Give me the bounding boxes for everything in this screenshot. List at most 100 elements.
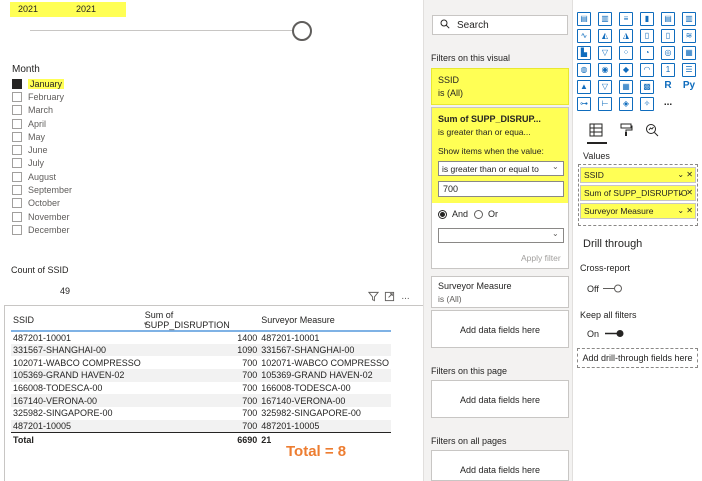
kpi-icon[interactable]: ▲ [577,80,591,94]
checkbox[interactable] [12,118,22,129]
format-paint-roller-icon[interactable] [619,123,633,137]
area-chart-icon[interactable]: ◭ [598,29,612,43]
table-row[interactable]: 105369-GRAND HAVEN-02 700 105369-GRAND HAV… [11,369,391,382]
python-visual-icon[interactable]: Py [682,80,696,94]
checkbox[interactable] [12,145,22,156]
keep-all-filters-toggle[interactable] [603,329,625,338]
table-row[interactable]: 487201-10005 700 487201-10005 [11,419,391,433]
100-column-icon[interactable]: ▥ [682,12,696,26]
month-item-may[interactable]: May [12,130,132,143]
key-influencers-icon[interactable]: ⊶ [577,97,591,111]
year-end[interactable]: 2021 [68,2,126,17]
table-visual[interactable]: SSID ▼ Sum of SUPP_DISRUPTION Surveyor Me… [4,305,424,481]
column-header-surveyor[interactable]: Surveyor Measure [259,310,391,332]
table-row[interactable]: 487201-10001 1400 487201-10001 [11,331,391,344]
apply-filter-button[interactable]: Apply filter [521,253,561,263]
stacked-column-icon[interactable]: ▥ [598,12,612,26]
checkbox-checked[interactable] [12,78,22,89]
month-item-september[interactable]: September [12,183,132,196]
add-visual-filter-well[interactable]: Add data fields here [431,310,569,348]
month-item-march[interactable]: March [12,104,132,117]
second-condition-dropdown[interactable] [438,228,564,243]
more-options-icon[interactable]: ... [400,291,411,302]
funnel-icon[interactable]: ▽ [598,46,612,60]
table-row[interactable]: 331567-SHANGHAI-00 1090 331567-SHANGHAI-00 [11,343,391,357]
card-icon[interactable]: 1 [661,63,675,77]
pie-chart-icon[interactable]: ◔ [640,46,654,60]
stacked-area-icon[interactable]: ◮ [619,29,633,43]
chevron-down-icon[interactable]: ⌄ ✕ [677,168,693,182]
multi-row-card-icon[interactable]: ☰ [682,63,696,77]
value-field-sum[interactable]: Sum of SUPP_DISRUPTIO ⌄ ✕ [580,185,696,201]
donut-icon[interactable]: ◎ [661,46,675,60]
line-column-icon[interactable]: ▯ [640,29,654,43]
table-row[interactable]: 325982-SINGAPORE-00 700 325982-SINGAPORE-0… [11,407,391,420]
analytics-magnifier-icon[interactable] [645,123,659,137]
or-radio[interactable] [474,210,483,219]
table-row[interactable]: 166008-TODESCA-00 700 166008-TODESCA-00 [11,382,391,395]
checkbox[interactable] [12,171,22,182]
matrix-icon[interactable]: ▩ [640,80,654,94]
value-field-ssid[interactable]: SSID ⌄ ✕ [580,167,696,183]
filter-card-ssid[interactable]: SSID is (All) [431,68,569,105]
checkbox[interactable] [12,131,22,142]
year-start[interactable]: 2021 [10,2,68,17]
line-chart-icon[interactable]: ∿ [577,29,591,43]
filter-icon[interactable] [368,291,379,302]
checkbox[interactable] [12,198,22,209]
month-item-july[interactable]: July [12,157,132,170]
cross-report-toggle[interactable] [601,284,623,293]
more-visuals-icon[interactable]: ... [661,97,675,111]
add-all-pages-filter-well[interactable]: Add data fields here [431,450,569,481]
treemap-icon[interactable]: ▦ [682,46,696,60]
stacked-bar-icon[interactable]: ▤ [577,12,591,26]
month-item-december[interactable]: December [12,223,132,236]
gauge-icon[interactable]: ◠ [640,63,654,77]
fields-tab-icon[interactable] [589,123,603,137]
month-item-june[interactable]: June [12,143,132,156]
map-icon[interactable]: ◍ [577,63,591,77]
checkbox[interactable] [12,185,22,196]
slicer-icon[interactable]: ▽ [598,80,612,94]
month-item-august[interactable]: August [12,170,132,183]
checkbox[interactable] [12,105,22,116]
chevron-down-icon[interactable]: ⌄ ✕ [677,186,693,200]
year-slider-track[interactable] [30,30,296,31]
clustered-column-icon[interactable]: ▮ [640,12,654,26]
month-item-october[interactable]: October [12,197,132,210]
checkbox[interactable] [12,91,22,102]
shape-map-icon[interactable]: ◆ [619,63,633,77]
column-header-ssid[interactable]: SSID [11,310,143,332]
chevron-down-icon[interactable]: ⌄ ✕ [677,204,693,218]
checkbox[interactable] [12,211,22,222]
value-field-surveyor[interactable]: Surveyor Measure ⌄ ✕ [580,203,696,219]
year-slider-handle[interactable] [292,21,312,41]
checkbox[interactable] [12,224,22,235]
r-visual-icon[interactable]: R [661,80,675,94]
ribbon-chart-icon[interactable]: ≋ [682,29,696,43]
decomposition-tree-icon[interactable]: ⊢ [598,97,612,111]
focus-mode-icon[interactable] [384,291,395,302]
filter-search-box[interactable] [432,15,568,35]
checkbox[interactable] [12,158,22,169]
line-clustered-column-icon[interactable]: ▯ [661,29,675,43]
month-item-february[interactable]: February [12,90,132,103]
add-page-filter-well[interactable]: Add data fields here [431,380,569,418]
column-header-sum[interactable]: ▼ Sum of SUPP_DISRUPTION [142,310,260,332]
table-row[interactable]: 167140-VERONA-00 700 167140-VERONA-00 [11,394,391,408]
scatter-icon[interactable]: ⁘ [619,46,633,60]
month-item-april[interactable]: April [12,117,132,130]
filter-card-surveyor[interactable]: Surveyor Measure is (All) [431,276,569,308]
smart-narrative-icon[interactable]: ✧ [640,97,654,111]
clustered-bar-icon[interactable]: ≡ [619,12,633,26]
month-item-november[interactable]: November [12,210,132,223]
month-item-january[interactable]: January [12,77,132,90]
table-icon[interactable]: ▦ [619,80,633,94]
qa-icon[interactable]: ◈ [619,97,633,111]
100-bar-icon[interactable]: ▤ [661,12,675,26]
waterfall-icon[interactable]: ▙ [577,46,591,60]
filled-map-icon[interactable]: ◉ [598,63,612,77]
year-range-slicer[interactable]: 2021 2021 [10,2,126,17]
drill-through-field-well[interactable]: Add drill-through fields here [577,348,698,368]
table-row[interactable]: 102071-WABCO COMPRESSO 700 102071-WABCO CO… [11,356,391,369]
